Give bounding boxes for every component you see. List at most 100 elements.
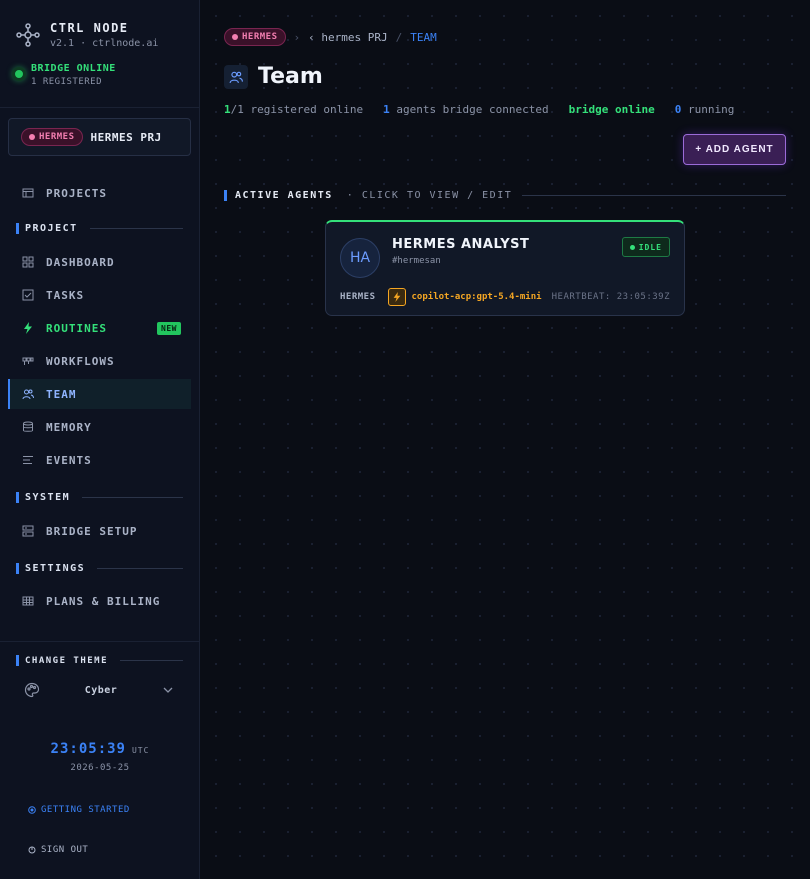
stat-online-text: /1 registered online (230, 103, 364, 116)
nav-dashboard[interactable]: DASHBOARD (8, 247, 191, 277)
tag-dot-icon (29, 134, 35, 140)
theme-select[interactable]: Cyber (24, 682, 174, 698)
status-badge-label: IDLE (638, 242, 662, 252)
stat-online-count: 1 (224, 103, 231, 116)
active-agents-title: ACTIVE AGENTS (235, 190, 333, 201)
clock: 23:05:39 UTC 2026-05-25 (0, 738, 200, 773)
network-logo-icon (16, 23, 40, 47)
nav-bridge-setup-label: BRIDGE SETUP (46, 524, 138, 538)
status-dot-icon (12, 67, 26, 81)
project-switcher[interactable]: HERMES HERMES PRJ (8, 118, 191, 156)
checkbox-icon (22, 289, 34, 301)
clock-time: 23:05:39 (50, 741, 126, 757)
nav-tasks-label: TASKS (46, 288, 85, 302)
agent-handle: #hermesan (392, 256, 441, 266)
project-tag-label: HERMES (39, 132, 75, 142)
section-bar (16, 492, 19, 503)
target-icon (28, 806, 36, 814)
nav-plans-billing[interactable]: PLANS & BILLING (8, 586, 191, 616)
nav-projects[interactable]: PROJECTS (8, 178, 191, 208)
chevron-down-icon (163, 687, 173, 693)
workflow-icon (22, 357, 34, 365)
section-system: SYSTEM (16, 492, 183, 503)
agent-card-footer: HERMES copilot-acp:gpt-5.4-mini HEARTBEA… (340, 288, 670, 306)
database-icon (23, 421, 33, 432)
server-icon (22, 525, 34, 537)
section-project: PROJECT (16, 223, 183, 234)
breadcrumb-current: TEAM (410, 30, 437, 44)
bridge-status: BRIDGE ONLINE 1 REGISTERED (12, 62, 116, 89)
chevron-right-icon: › (293, 30, 301, 44)
getting-started-label: GETTING STARTED (41, 805, 130, 815)
sign-out-link[interactable]: SIGN OUT (28, 845, 88, 855)
nav-dashboard-label: DASHBOARD (46, 255, 115, 269)
stats-bar: 1/1 registered online 1 agents bridge co… (224, 103, 734, 116)
list-lines-icon (23, 456, 33, 464)
section-settings: SETTINGS (16, 563, 183, 574)
nav-bridge-setup[interactable]: BRIDGE SETUP (8, 516, 191, 546)
stat-bridge-text: agents bridge connected (396, 103, 549, 116)
agent-model-label: copilot-acp:gpt-5.4-mini (411, 292, 542, 302)
nav-memory[interactable]: MEMORY (8, 412, 191, 442)
tag-dot-icon (232, 34, 238, 40)
page-header: Team (224, 64, 323, 89)
nav-memory-label: MEMORY (46, 420, 92, 434)
section-bar (16, 223, 19, 234)
lightning-icon (387, 288, 406, 306)
section-bar (16, 563, 19, 574)
stat-running-count: 0 (674, 103, 682, 116)
section-project-label: PROJECT (25, 223, 78, 234)
agent-model: copilot-acp:gpt-5.4-mini (387, 288, 542, 306)
nav-routines-label: ROUTINES (46, 321, 107, 335)
sign-out-label: SIGN OUT (41, 845, 89, 855)
section-bar (16, 655, 19, 666)
divider (0, 641, 199, 642)
stat-online: 1/1 registered online (224, 103, 363, 116)
stat-running: 0 running (675, 103, 735, 116)
new-badge: NEW (157, 321, 181, 335)
add-agent-button[interactable]: + ADD AGENT (683, 134, 786, 165)
nav-workflows[interactable]: WORKFLOWS (8, 346, 191, 376)
bridge-status-label: BRIDGE ONLINE (31, 63, 116, 74)
stat-bridge: 1 agents bridge connected (383, 103, 549, 116)
main-content: HERMES › ‹ hermes PRJ / TEAM Team 1/1 re… (200, 0, 810, 879)
users-icon (224, 64, 248, 89)
agent-heartbeat: HEARTBEAT: 23:05:39Z (551, 292, 670, 302)
nav-events[interactable]: EVENTS (8, 445, 191, 475)
status-badge: IDLE (621, 237, 670, 257)
breadcrumb: HERMES › ‹ hermes PRJ / TEAM (224, 28, 437, 46)
palette-icon (24, 682, 40, 698)
nav-routines[interactable]: ROUTINES NEW (8, 313, 191, 343)
brand-version: v2.1 · ctrlnode.ai (50, 38, 159, 49)
getting-started-link[interactable]: GETTING STARTED (28, 805, 130, 815)
bridge-registered-count: 1 REGISTERED (31, 77, 103, 87)
section-settings-label: SETTINGS (25, 563, 86, 574)
section-line (120, 660, 183, 661)
nav-plans-billing-label: PLANS & BILLING (46, 594, 161, 608)
section-line (82, 497, 183, 498)
lightning-icon (24, 322, 32, 334)
breadcrumb-separator: / (395, 30, 403, 44)
nav-team[interactable]: TEAM (8, 379, 191, 409)
section-system-label: SYSTEM (25, 492, 71, 503)
project-tag: HERMES (21, 128, 83, 146)
clock-timezone: UTC (131, 746, 150, 755)
project-name: HERMES PRJ (90, 130, 162, 144)
section-line (522, 195, 786, 196)
nav-tasks[interactable]: TASKS (8, 280, 191, 310)
agent-card[interactable]: HA HERMES ANALYST #hermesan IDLE HERMES … (325, 220, 685, 316)
brand-name: CTRL NODE (50, 21, 129, 35)
avatar: HA (340, 238, 380, 278)
power-icon (28, 846, 36, 854)
section-line (89, 228, 183, 229)
clock-date: 2026-05-25 (70, 763, 130, 773)
sidebar: CTRL NODE v2.1 · ctrlnode.ai BRIDGE ONLI… (0, 0, 200, 879)
breadcrumb-tag[interactable]: HERMES (224, 28, 286, 46)
breadcrumb-back[interactable]: ‹ hermes PRJ (308, 31, 387, 44)
section-bar (224, 190, 227, 201)
nav-team-label: TEAM (46, 387, 77, 401)
table-icon (22, 596, 34, 606)
breadcrumb-tag-label: HERMES (242, 32, 278, 42)
brand[interactable]: CTRL NODE v2.1 · ctrlnode.ai (16, 20, 158, 51)
stat-bridge-status: bridge online (568, 103, 655, 116)
